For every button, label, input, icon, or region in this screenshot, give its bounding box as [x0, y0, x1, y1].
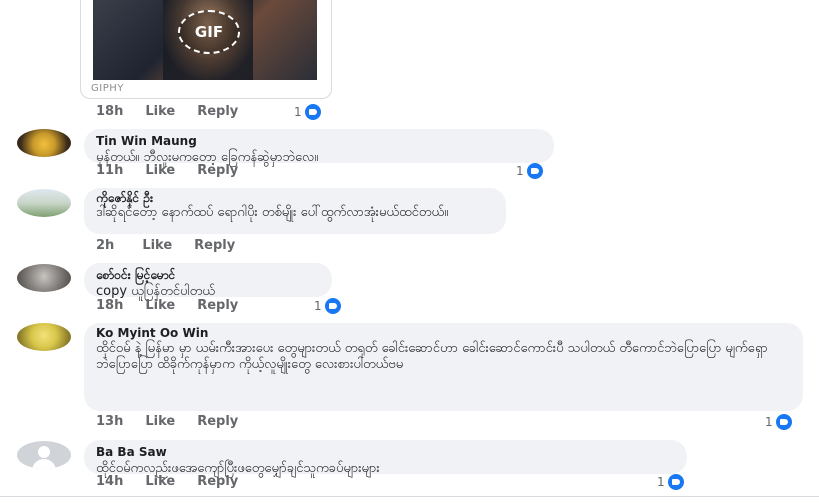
reaction-number: 1	[294, 105, 302, 119]
comment-actions: 18h Like Reply	[96, 298, 238, 313]
like-reaction-icon	[304, 104, 321, 120]
comment-time[interactable]: 2h	[96, 238, 114, 253]
reply-button[interactable]: Reply	[197, 474, 238, 489]
reaction-number: 1	[516, 164, 524, 178]
comment-text: ထိုင်ဝမ် နဲ့ မြန်မာ မှာ ယမ်းကီးအားပေး တွ…	[96, 341, 768, 372]
comment-bubble: Ba Ba Saw ထိုင်ဝမ်ကလည်းဖအေကျော်ပြီးဖတွေမ…	[84, 440, 687, 476]
like-reaction-icon	[526, 163, 543, 179]
reaction-count[interactable]: 1	[294, 104, 321, 120]
comment-author[interactable]: Ko Myint Oo Win	[96, 326, 791, 341]
comment-actions: 2h Like Reply	[96, 238, 235, 253]
avatar[interactable]	[17, 264, 71, 292]
reaction-count[interactable]: 1	[314, 298, 341, 314]
avatar[interactable]	[17, 129, 71, 157]
like-button[interactable]: Like	[145, 104, 175, 119]
like-reaction-icon	[667, 474, 684, 490]
reaction-count[interactable]: 1	[765, 414, 792, 430]
comment-time[interactable]: 18h	[96, 104, 123, 119]
avatar[interactable]	[17, 189, 71, 217]
comment-actions: 18h Like Reply	[96, 104, 238, 119]
comment-author[interactable]: ကိုဇော်နိုင် ဦး	[96, 191, 494, 206]
comment-author[interactable]: စော်ဝင်း မြင့်မောင်	[96, 268, 320, 283]
like-button[interactable]: Like	[145, 163, 175, 178]
like-reaction-icon	[775, 414, 792, 430]
comment-text: ဒါဆိုရင်တော့ နောက်ထပ် ရောဂါပိုး တစ်မျိုး…	[96, 205, 449, 220]
comment-time[interactable]: 14h	[96, 474, 123, 489]
gif-source-label: GIPHY	[91, 83, 124, 94]
reply-button[interactable]: Reply	[197, 163, 238, 178]
comment-bubble: Tin Win Maung မှန်တယ်။ ဘီလူးမကတော့ ခြေကန…	[84, 129, 554, 165]
reaction-count[interactable]: 1	[516, 163, 543, 179]
avatar[interactable]	[17, 441, 71, 469]
avatar[interactable]	[17, 323, 71, 351]
comment-author[interactable]: Tin Win Maung	[96, 134, 542, 149]
like-button[interactable]: Like	[145, 474, 175, 489]
comment-time[interactable]: 18h	[96, 298, 123, 313]
gif-attachment[interactable]: GIF GIPHY	[80, 0, 332, 99]
comment-bubble: Ko Myint Oo Win ထိုင်ဝမ် နဲ့ မြန်မာ မှာ …	[84, 323, 803, 411]
reaction-number: 1	[657, 475, 665, 489]
default-avatar-body-icon	[32, 459, 56, 469]
comment-time[interactable]: 13h	[96, 414, 123, 429]
comment-author[interactable]: Ba Ba Saw	[96, 445, 675, 460]
default-avatar-head-icon	[38, 446, 50, 458]
comment-bubble: စော်ဝင်း မြင့်မောင် copy ယူပြန်တင်ပါတယ်	[84, 263, 332, 299]
comment-actions: 13h Like Reply	[96, 414, 238, 429]
reaction-count[interactable]: 1	[657, 474, 684, 490]
reaction-number: 1	[765, 415, 773, 429]
comment-actions: 11h Like Reply	[96, 163, 238, 178]
divider	[0, 496, 819, 497]
comment-actions: 14h Like Reply	[96, 474, 238, 489]
gif-play-badge[interactable]: GIF	[178, 10, 240, 54]
reply-button[interactable]: Reply	[197, 298, 238, 313]
comment-bubble: ကိုဇော်နိုင် ဦး ဒါဆိုရင်တော့ နောက်ထပ် ရေ…	[84, 188, 506, 234]
like-button[interactable]: Like	[145, 414, 175, 429]
reaction-number: 1	[314, 299, 322, 313]
comment-time[interactable]: 11h	[96, 163, 123, 178]
reply-button[interactable]: Reply	[194, 238, 235, 253]
reply-button[interactable]: Reply	[197, 414, 238, 429]
reply-button[interactable]: Reply	[197, 104, 238, 119]
like-reaction-icon	[324, 298, 341, 314]
like-button[interactable]: Like	[145, 298, 175, 313]
like-button[interactable]: Like	[142, 238, 172, 253]
gif-thumbnail[interactable]: GIF	[93, 0, 317, 80]
